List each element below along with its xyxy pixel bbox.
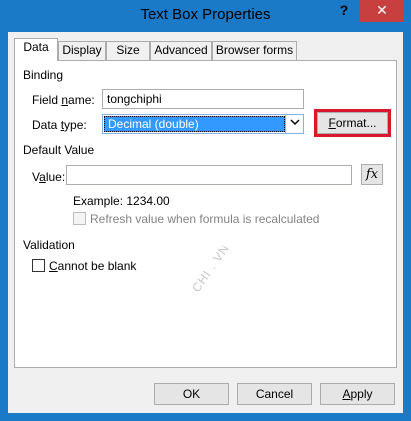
example-text: Example: 1234.00 (73, 194, 170, 208)
tab-data[interactable]: Data (14, 38, 58, 61)
value-label: Value: (32, 170, 66, 184)
refresh-value-label: Refresh value when formula is recalculat… (90, 212, 320, 226)
ok-button[interactable]: OK (154, 383, 229, 405)
data-type-selected-value: Decimal (double) (104, 116, 285, 132)
default-value-input[interactable] (66, 165, 352, 185)
title-bar[interactable]: Text Box Properties ? ✕ (0, 0, 411, 32)
field-name-input[interactable]: tongchiphi (102, 89, 304, 109)
binding-section-label: Binding (23, 68, 64, 82)
data-type-select[interactable]: Decimal (double) (102, 114, 304, 134)
binding-separator (79, 75, 391, 76)
cannot-be-blank-label: Cannot be blank (49, 259, 137, 273)
watermark-text: CHI . VN (189, 241, 233, 295)
data-tab-panel: Binding Field name: tongchiphi Data type… (14, 60, 397, 368)
chevron-down-icon[interactable] (285, 115, 303, 133)
tab-advanced[interactable]: Advanced (150, 41, 212, 60)
apply-button[interactable]: Apply (320, 383, 395, 405)
default-value-section-label: Default Value (23, 143, 95, 157)
format-button[interactable]: Format... (317, 112, 388, 134)
cannot-be-blank-checkbox[interactable] (32, 259, 45, 272)
cancel-button[interactable]: Cancel (237, 383, 312, 405)
formula-fx-button[interactable]: fx (361, 164, 383, 185)
field-name-label: Field name: (32, 93, 95, 107)
tab-size[interactable]: Size (106, 41, 150, 60)
dialog-client-area: Data Display Size Advanced Browser forms… (8, 32, 403, 413)
refresh-value-checkbox[interactable] (73, 212, 86, 225)
close-button[interactable]: ✕ (360, 0, 404, 22)
default-value-separator (101, 150, 391, 151)
help-button[interactable]: ? (330, 0, 358, 22)
validation-section-label: Validation (23, 238, 75, 252)
data-type-label: Data type: (32, 118, 87, 132)
tab-browser-forms[interactable]: Browser forms (212, 41, 297, 60)
dialog-window: Text Box Properties ? ✕ Data Display Siz… (0, 0, 411, 421)
validation-separator (83, 245, 391, 246)
tab-display[interactable]: Display (58, 41, 106, 60)
